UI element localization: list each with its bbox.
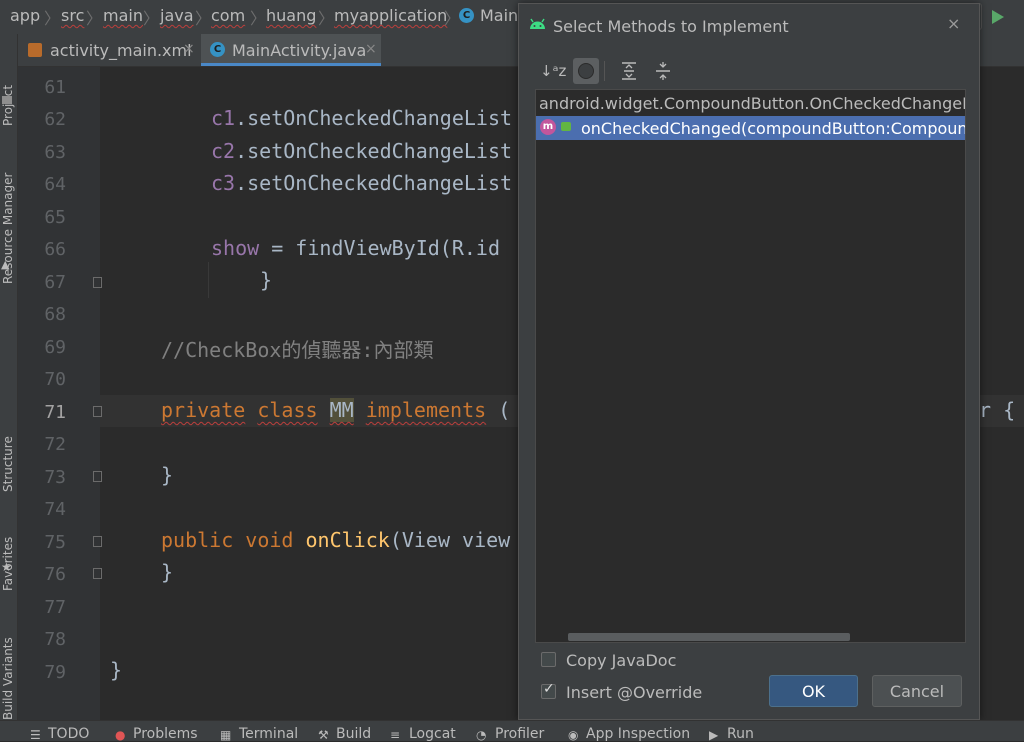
close-tab-icon[interactable]: ×	[365, 41, 377, 57]
line-number: 72	[44, 434, 66, 455]
star-icon: ★	[1, 560, 12, 574]
code-line-76: }	[161, 560, 174, 584]
code-line-62: c1.setOnCheckedChangeList	[211, 106, 513, 130]
resource-icon: ▲	[1, 258, 10, 271]
copy-javadoc-label[interactable]: Copy JavaDoc	[566, 651, 676, 670]
breadcrumb-class[interactable]: Main	[480, 6, 518, 25]
class-icon: C	[210, 42, 225, 57]
code-line-63: c2.setOnCheckedChangeList	[211, 139, 513, 163]
insert-override-checkbox[interactable]	[541, 681, 556, 699]
collapse-all-icon[interactable]	[650, 58, 676, 84]
horizontal-scrollbar[interactable]	[568, 633, 850, 641]
breadcrumb-separator: 〉	[44, 9, 61, 28]
fold-marker-icon[interactable]	[93, 568, 102, 579]
tab-label: MainActivity.java	[232, 41, 367, 60]
close-tab-icon[interactable]: ×	[183, 41, 195, 57]
line-number: 64	[44, 174, 66, 195]
close-icon[interactable]: ×	[947, 14, 960, 33]
class-icon: C	[459, 8, 474, 23]
line-number: 65	[44, 207, 66, 228]
android-icon	[530, 18, 545, 29]
tab-mainactivity-java[interactable]: C MainActivity.java ×	[201, 34, 381, 66]
public-lock-icon	[561, 122, 571, 131]
line-number-current: 71	[44, 402, 66, 423]
tab-label: activity_main.xml	[50, 41, 192, 60]
tab-activity-main-xml[interactable]: activity_main.xml ×	[18, 34, 200, 66]
select-methods-dialog: Select Methods to Implement × ↓ᵃz androi…	[518, 3, 980, 720]
breadcrumb-app[interactable]: app	[10, 6, 40, 25]
method-signature: onCheckedChanged(compoundButton:Compound…	[581, 119, 965, 138]
project-tool-button[interactable]: Project	[1, 85, 15, 126]
line-number: 78	[44, 629, 66, 650]
line-number: 75	[44, 532, 66, 553]
fold-marker-icon[interactable]	[93, 471, 102, 482]
code-line-71: private class MM implements (	[161, 398, 511, 422]
breadcrumb-com[interactable]: com	[211, 6, 245, 25]
copy-javadoc-checkbox[interactable]	[541, 652, 556, 667]
code-line-67: }	[260, 268, 273, 292]
line-number: 69	[44, 337, 66, 358]
line-number: 67	[44, 272, 66, 293]
line-number: 74	[44, 499, 66, 520]
expand-all-icon[interactable]	[616, 58, 642, 84]
code-line-73: }	[161, 463, 174, 487]
line-number: 63	[44, 142, 66, 163]
line-number: 66	[44, 239, 66, 260]
code-line-79: }	[110, 658, 123, 682]
build-variants-tool-button[interactable]: Build Variants	[1, 637, 15, 720]
list-item-method-selected[interactable]: m onCheckedChanged(compoundButton:Compou…	[536, 116, 965, 140]
insert-override-label[interactable]: Insert @Override	[566, 683, 702, 702]
breadcrumb-java[interactable]: java	[160, 6, 194, 25]
code-line-71-tail: r {	[979, 398, 1016, 422]
left-tool-strip: Project Resource Manager ▲ Structure Fav…	[0, 34, 18, 720]
folder-icon	[2, 96, 12, 104]
toolbar-divider	[604, 61, 605, 81]
indent-guide	[208, 262, 209, 298]
line-number-gutter: 61 62 63 64 65 66 67 68 69 70 71 72 73 7…	[18, 67, 100, 720]
line-number: 61	[44, 77, 66, 98]
fold-marker-icon[interactable]	[93, 277, 102, 288]
xml-file-icon	[28, 43, 42, 57]
cancel-button[interactable]: Cancel	[872, 675, 962, 707]
method-icon: m	[540, 119, 556, 135]
run-icon[interactable]	[992, 10, 1004, 24]
breadcrumb-huang[interactable]: huang	[266, 6, 316, 25]
code-line-69-comment: //CheckBox的偵聽器:內部類	[161, 338, 434, 362]
breadcrumb-separator: 〉	[250, 9, 267, 28]
ok-button[interactable]: OK	[769, 675, 858, 707]
breadcrumb-separator: 〉	[444, 9, 461, 28]
line-number: 70	[44, 369, 66, 390]
breadcrumb-separator: 〉	[143, 9, 160, 28]
fold-marker-icon[interactable]	[93, 406, 102, 417]
show-classes-toggle-icon[interactable]	[573, 58, 599, 84]
bottom-tool-bar: ☰ TODO ● Problems ▦ Terminal ⚒ Build ≡ L…	[0, 720, 1024, 742]
sort-alphabetically-icon[interactable]: ↓ᵃz	[540, 58, 566, 84]
interface-name: android.widget.CompoundButton.OnCheckedC…	[539, 94, 966, 113]
breadcrumb-separator: 〉	[195, 9, 212, 28]
code-line-75: public void onClick(View view	[161, 528, 511, 552]
list-item-interface[interactable]: android.widget.CompoundButton.OnCheckedC…	[536, 91, 965, 115]
line-number: 79	[44, 662, 66, 683]
line-number: 73	[44, 467, 66, 488]
line-number: 76	[44, 564, 66, 585]
breadcrumb-main[interactable]: main	[103, 6, 143, 25]
structure-tool-button[interactable]: Structure	[1, 436, 15, 492]
breadcrumb-separator: 〉	[86, 9, 103, 28]
method-tree-list[interactable]: android.widget.CompoundButton.OnCheckedC…	[535, 89, 966, 643]
line-number: 68	[44, 304, 66, 325]
line-number: 62	[44, 109, 66, 130]
breadcrumb-myapplication[interactable]: myapplication	[334, 6, 447, 25]
dialog-title: Select Methods to Implement	[553, 17, 789, 36]
code-line-64: c3.setOnCheckedChangeList	[211, 171, 513, 195]
breadcrumb-separator: 〉	[318, 9, 335, 28]
code-line-66: show = findViewById(R.id	[211, 236, 500, 260]
fold-marker-icon[interactable]	[93, 536, 102, 547]
line-number: 77	[44, 597, 66, 618]
breadcrumb-src[interactable]: src	[61, 6, 84, 25]
